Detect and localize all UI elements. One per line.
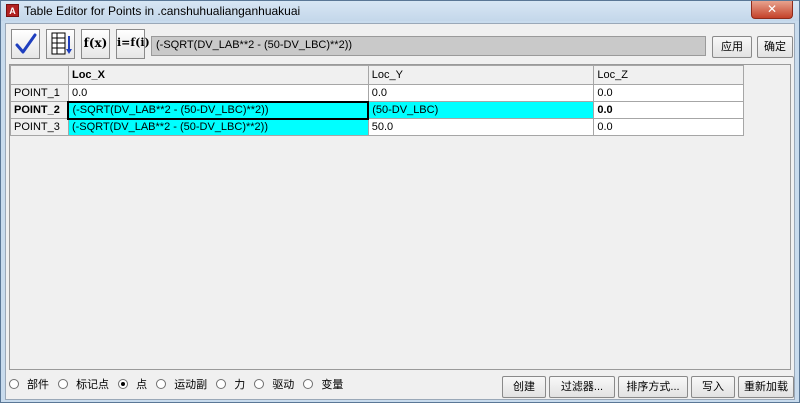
write-button[interactable]: 写入 [691, 376, 735, 398]
filter-button[interactable]: 过滤器... [549, 376, 615, 398]
iterate-function-label: i=f(i) [117, 36, 150, 49]
row-header-point-1[interactable]: POINT_1 [10, 84, 69, 102]
cell-point-1-loc-y[interactable]: 0.0 [367, 84, 595, 102]
title-bar[interactable]: A Table Editor for Points in .canshuhual… [1, 1, 799, 21]
radio-part[interactable]: 部件 [9, 375, 49, 395]
close-button[interactable]: ✕ [751, 1, 793, 19]
cell-point-3-loc-z[interactable]: 0.0 [593, 118, 745, 136]
radio-force[interactable]: 力 [216, 375, 245, 395]
checkmark-icon [15, 33, 37, 54]
column-header-loc-x[interactable]: Loc_X [67, 65, 369, 85]
radio-circle-icon [156, 379, 167, 390]
create-button[interactable]: 创建 [502, 376, 546, 398]
points-table-area: Loc_X Loc_Y Loc_Z POINT_1 0.0 0.0 0.0 PO… [9, 64, 791, 370]
object-type-filter: 部件 标记点 点 运动副 力 驱动 变量 [9, 375, 349, 395]
radio-checked-icon [118, 379, 129, 390]
app-icon: A [6, 4, 19, 17]
cell-point-3-loc-y[interactable]: 50.0 [367, 118, 595, 136]
radio-variable[interactable]: 变量 [303, 375, 343, 395]
radio-circle-icon [9, 379, 19, 390]
radio-circle-icon [254, 379, 265, 390]
cell-point-1-loc-z[interactable]: 0.0 [593, 84, 745, 102]
radio-circle-icon [303, 379, 314, 390]
row-filler [743, 118, 790, 136]
table-editor-window: A Table Editor for Points in .canshuhual… [0, 0, 800, 403]
table-corner [10, 65, 69, 85]
cell-point-2-loc-z[interactable]: 0.0 [593, 101, 745, 119]
ok-button[interactable]: 确定 [757, 36, 793, 58]
radio-joint[interactable]: 运动副 [156, 375, 207, 395]
function-button[interactable]: f(x) [81, 29, 110, 59]
window-title: Table Editor for Points in .canshuhualia… [24, 4, 301, 18]
row-header-point-3[interactable]: POINT_3 [10, 118, 69, 136]
cell-point-2-loc-y[interactable]: (50-DV_LBC) [367, 101, 595, 119]
points-table: Loc_X Loc_Y Loc_Z POINT_1 0.0 0.0 0.0 PO… [10, 65, 790, 136]
row-header-point-2[interactable]: POINT_2 [10, 101, 69, 119]
radio-motion[interactable]: 驱动 [254, 375, 294, 395]
function-label: f(x) [83, 36, 108, 50]
reload-button[interactable]: 重新加载 [738, 376, 794, 398]
radio-circle-icon [216, 379, 227, 390]
column-header-loc-y[interactable]: Loc_Y [367, 65, 595, 85]
column-header-loc-z[interactable]: Loc_Z [593, 65, 745, 85]
client-area: f(x) i=f(i) (-SQRT(DV_LAB**2 - (50-DV_LB… [5, 23, 795, 400]
spreadsheet-button[interactable] [46, 29, 75, 59]
table-row: POINT_1 0.0 0.0 0.0 [10, 84, 790, 102]
row-filler [743, 101, 790, 119]
cell-point-1-loc-x[interactable]: 0.0 [67, 84, 369, 102]
row-filler [743, 84, 790, 102]
formula-input[interactable]: (-SQRT(DV_LAB**2 - (50-DV_LBC)**2)) [151, 36, 706, 56]
sort-button[interactable]: 排序方式... [618, 376, 688, 398]
header-filler [743, 65, 790, 85]
table-row: POINT_3 (-SQRT(DV_LAB**2 - (50-DV_LBC)**… [10, 118, 790, 136]
table-row: POINT_2 (-SQRT(DV_LAB**2 - (50-DV_LBC)**… [10, 100, 790, 120]
spreadsheet-icon [51, 32, 72, 55]
radio-circle-icon [58, 379, 69, 390]
cell-point-2-loc-x[interactable]: (-SQRT(DV_LAB**2 - (50-DV_LBC)**2)) [67, 100, 370, 120]
iterate-function-button[interactable]: i=f(i) [116, 29, 150, 59]
apply-check-button[interactable] [11, 29, 40, 59]
apply-button[interactable]: 应用 [712, 36, 752, 58]
radio-marker[interactable]: 标记点 [58, 375, 109, 395]
cell-point-3-loc-x[interactable]: (-SQRT(DV_LAB**2 - (50-DV_LBC)**2)) [67, 118, 369, 136]
radio-point[interactable]: 点 [118, 375, 147, 395]
